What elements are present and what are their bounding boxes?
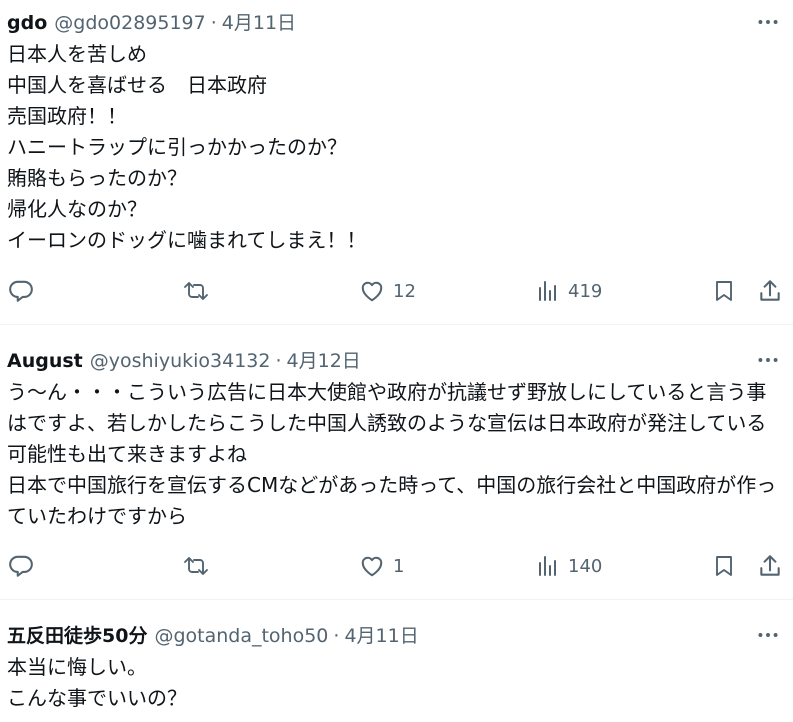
- tweet-actions: 1 140: [0, 549, 793, 583]
- display-name[interactable]: gdo: [7, 12, 47, 34]
- tweet-text-line: 日本で中国旅行を宣伝するCMなどがあった時って、中国の旅行会社と中国政府が作って…: [7, 473, 777, 528]
- tweet-text-line: う～ん・・・こういう広告に日本大使館や政府が抗議せず野放しにしていると言う事はで…: [7, 380, 767, 466]
- user-handle[interactable]: @yoshiyukio34132: [90, 350, 271, 372]
- like-count: 1: [393, 555, 405, 577]
- views-icon: [536, 278, 560, 304]
- tweet-actions: 12 419: [0, 274, 793, 308]
- share-icon: [757, 553, 783, 579]
- retweet-button[interactable]: [182, 274, 210, 308]
- display-name[interactable]: 五反田徒歩50分: [7, 621, 147, 648]
- user-handle[interactable]: @gotanda_toho50: [154, 625, 328, 647]
- retweet-icon: [182, 553, 210, 579]
- tweet-date[interactable]: 4月11日: [222, 8, 296, 35]
- bookmark-button[interactable]: [712, 274, 736, 308]
- more-dots-icon[interactable]: [755, 9, 781, 35]
- tweet-header: 五反田徒歩50分 @gotanda_toho50 · 4月11日: [7, 621, 419, 647]
- share-button[interactable]: [757, 274, 783, 308]
- bookmark-icon: [712, 553, 736, 579]
- separator-dot: ·: [210, 12, 217, 34]
- reply-icon: [8, 553, 34, 579]
- reply-feed: gdo @gdo02895197 · 4月11日 日本人を苦しめ 中国人を喜ばせ…: [0, 0, 793, 722]
- separator-dot: ·: [333, 625, 340, 647]
- views-button[interactable]: 419: [536, 274, 602, 308]
- tweet-text: 日本人を苦しめ 中国人を喜ばせる 日本政府 売国政府！！ ハニートラップに引っか…: [7, 39, 779, 256]
- tweet[interactable]: gdo @gdo02895197 · 4月11日 日本人を苦しめ 中国人を喜ばせ…: [0, 0, 793, 325]
- views-button[interactable]: 140: [536, 549, 602, 583]
- tweet-text-line: ハニートラップに引っかかったのか？: [7, 135, 347, 159]
- views-icon: [536, 553, 560, 579]
- reply-button[interactable]: [8, 274, 34, 308]
- tweet-text-line: 日本人を苦しめ: [7, 42, 147, 66]
- tweet-text-line: こんな事でいいの？: [7, 686, 187, 710]
- retweet-button[interactable]: [182, 549, 210, 583]
- more-dots-icon[interactable]: [755, 622, 781, 648]
- tweet-text: う～ん・・・こういう広告に日本大使館や政府が抗議せず野放しにしていると言う事はで…: [7, 377, 779, 532]
- share-button[interactable]: [757, 549, 783, 583]
- like-button[interactable]: 1: [359, 549, 404, 583]
- separator-dot: ·: [275, 350, 282, 372]
- like-count: 12: [393, 280, 416, 302]
- share-icon: [757, 278, 783, 304]
- heart-icon: [359, 278, 385, 304]
- tweet-date[interactable]: 4月11日: [344, 621, 418, 648]
- display-name[interactable]: August: [7, 350, 83, 372]
- tweet-text-line: 帰化人なのか？: [7, 197, 147, 221]
- more-dots-icon[interactable]: [755, 347, 781, 373]
- view-count: 419: [568, 280, 603, 302]
- user-handle[interactable]: @gdo02895197: [54, 12, 205, 34]
- tweet-header: gdo @gdo02895197 · 4月11日: [7, 8, 296, 34]
- like-button[interactable]: 12: [359, 274, 416, 308]
- tweet-header: August @yoshiyukio34132 · 4月12日: [7, 346, 361, 372]
- tweet-text-line: 売国政府！！: [7, 104, 127, 128]
- bookmark-button[interactable]: [712, 549, 736, 583]
- tweet[interactable]: 五反田徒歩50分 @gotanda_toho50 · 4月11日 本当に悔しい。…: [0, 600, 793, 722]
- tweet[interactable]: August @yoshiyukio34132 · 4月12日 う～ん・・・こう…: [0, 325, 793, 600]
- tweet-date[interactable]: 4月12日: [287, 346, 361, 373]
- reply-icon: [8, 278, 34, 304]
- tweet-text-line: 賄賂もらったのか？: [7, 166, 187, 190]
- bookmark-icon: [712, 278, 736, 304]
- heart-icon: [359, 553, 385, 579]
- reply-button[interactable]: [8, 549, 34, 583]
- view-count: 140: [568, 555, 603, 577]
- tweet-text: 本当に悔しい。 こんな事でいいの？: [7, 652, 779, 714]
- tweet-text-line: 中国人を喜ばせる 日本政府: [7, 73, 267, 97]
- tweet-text-line: 本当に悔しい。: [7, 655, 147, 679]
- tweet-text-line: イーロンのドッグに噛まれてしまえ！！: [7, 228, 367, 252]
- retweet-icon: [182, 278, 210, 304]
